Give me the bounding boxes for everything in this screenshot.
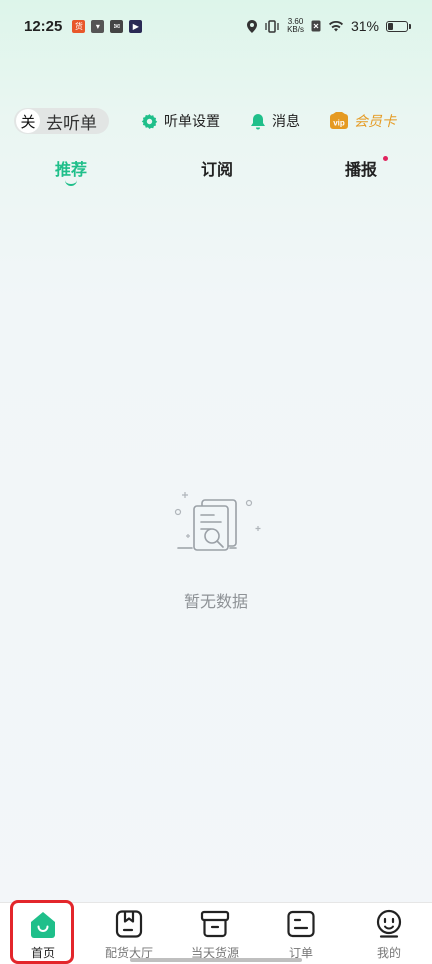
nav-dispatch-hall[interactable]: 配货大厅 — [86, 909, 172, 963]
order-settings-button[interactable]: 听单设置 — [141, 111, 220, 131]
gesture-home-indicator[interactable] — [130, 958, 302, 962]
action-bar: 关 去听单 听单设置 消息 vip 会员卡 — [14, 106, 422, 136]
tab-bar: 推荐 订阅 播报 — [0, 150, 432, 190]
network-speed-unit: KB/s — [287, 25, 304, 34]
shop-notification-icon: ▾ — [91, 19, 105, 33]
broadcast-new-dot — [383, 156, 388, 161]
bookmark-icon — [115, 910, 143, 938]
location-icon — [247, 19, 258, 33]
toggle-knob: 关 — [16, 109, 40, 133]
tab-recommend[interactable]: 推荐 — [55, 156, 87, 180]
home-icon — [31, 912, 55, 938]
messages-button[interactable]: 消息 — [250, 111, 300, 131]
tab-subscribe[interactable]: 订阅 — [201, 156, 233, 180]
tab-broadcast[interactable]: 播报 — [345, 156, 377, 180]
bell-icon — [251, 113, 265, 129]
nav-today-supply[interactable]: 当天货源 — [172, 909, 258, 963]
order-icon — [287, 910, 315, 938]
vip-icon: vip — [330, 112, 348, 129]
vibrate-icon — [265, 19, 279, 33]
messages-label: 消息 — [272, 114, 300, 130]
sim-off-icon — [311, 20, 321, 32]
wifi-icon — [328, 20, 343, 32]
vip-badge-text: vip — [333, 119, 345, 128]
nav-home[interactable]: 首页 — [0, 909, 86, 963]
network-speed: 3.60 KB/s — [287, 18, 304, 34]
tab-active-indicator — [65, 180, 77, 186]
vip-card-button[interactable]: vip 会员卡 — [330, 111, 396, 131]
bottom-navigation: 首页 配货大厅 当天货源 订单 我的 — [0, 902, 432, 964]
nav-home-label: 首页 — [30, 946, 55, 960]
toggle-label: 去听单 — [46, 113, 97, 134]
vip-card-label: 会员卡 — [354, 114, 396, 130]
battery-percent: 31% — [350, 18, 379, 34]
no-data-illustration — [174, 492, 261, 551]
status-time: 12:25 — [24, 17, 63, 35]
nav-orders[interactable]: 订单 — [258, 909, 344, 963]
profile-icon — [376, 909, 402, 938]
app-notification-icon: 货 — [72, 19, 86, 33]
box-icon — [200, 910, 230, 938]
battery-icon — [386, 20, 411, 32]
listen-order-toggle[interactable]: 关 去听单 — [14, 108, 109, 134]
nav-mine[interactable]: 我的 — [346, 909, 432, 963]
nav-mine-label: 我的 — [376, 946, 401, 960]
video-notification-icon: ▶ — [129, 19, 143, 33]
empty-state-text: 暂无数据 — [183, 592, 248, 611]
gear-icon — [141, 113, 158, 129]
status-bar: 12:25 货 ▾ ✉ ▶ 3.60 KB/s 31% — [0, 0, 432, 52]
order-settings-label: 听单设置 — [164, 114, 220, 130]
mail-notification-icon: ✉ — [110, 19, 124, 33]
